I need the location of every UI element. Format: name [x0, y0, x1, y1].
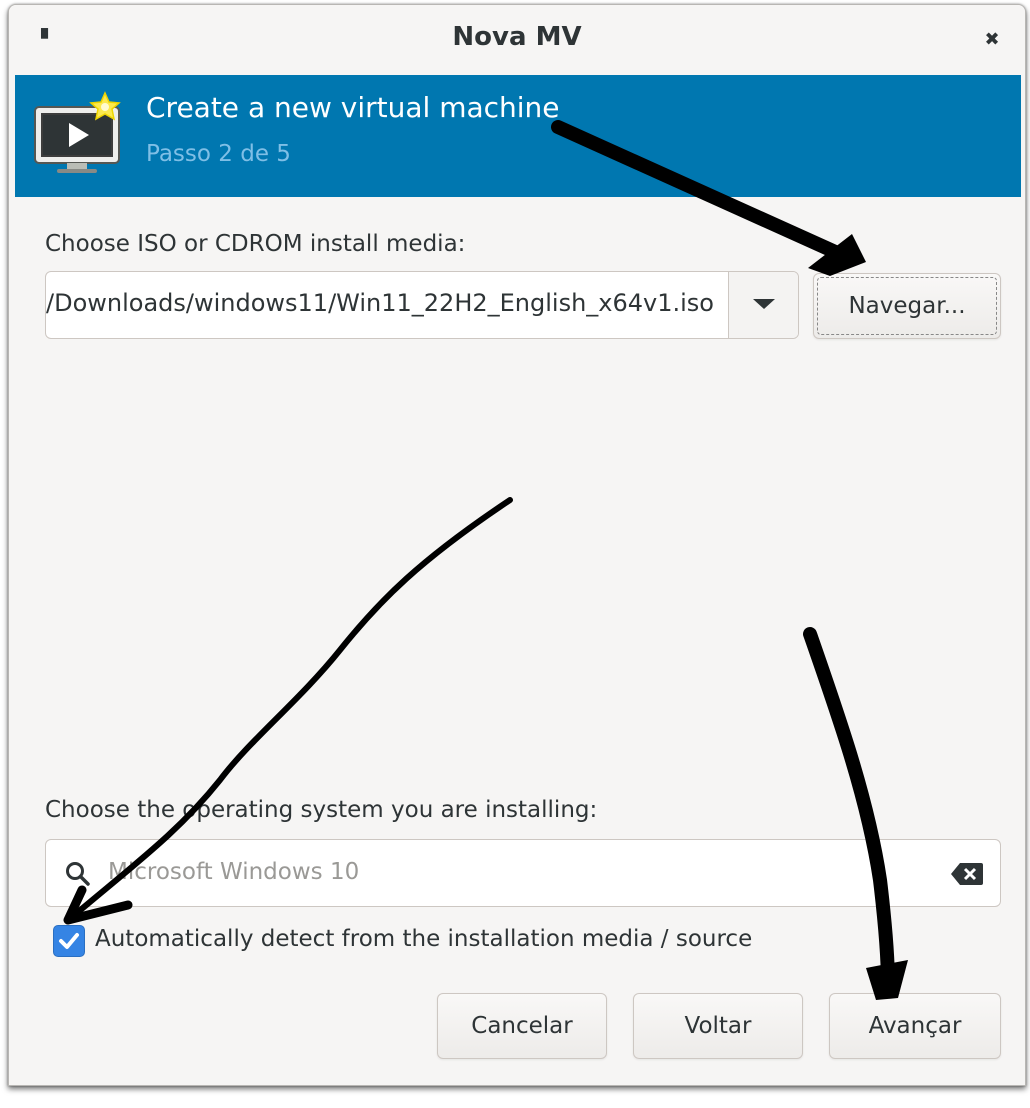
chevron-down-icon [753, 299, 775, 309]
wizard-title: Create a new virtual machine [146, 91, 560, 124]
os-search-input[interactable]: Microsoft Windows 10 [45, 839, 1001, 907]
os-search-placeholder: Microsoft Windows 10 [108, 859, 360, 885]
browse-button[interactable]: Navegar... [813, 273, 1001, 339]
back-button[interactable]: Voltar [633, 993, 803, 1059]
install-media-path-field[interactable]: /home/user/Downloads/windows11/Win11_22H… [46, 272, 728, 338]
monitor-play-star-icon [34, 91, 121, 173]
search-icon [66, 862, 90, 886]
cancel-button[interactable]: Cancelar [437, 993, 607, 1059]
new-vm-dialog: ▘ Nova MV ✖ Create a new virtual machine… [8, 4, 1026, 1086]
checkmark-icon [59, 933, 79, 949]
install-media-label: Choose ISO or CDROM install media: [45, 231, 466, 257]
wizard-header-banner: Create a new virtual machine Passo 2 de … [15, 75, 1021, 197]
auto-detect-label[interactable]: Automatically detect from the installati… [95, 926, 752, 952]
install-media-path: /home/user/Downloads/windows11/Win11_22H… [46, 289, 714, 317]
browse-button-label: Navegar... [848, 293, 966, 319]
window-title: Nova MV [452, 22, 582, 52]
auto-detect-checkbox[interactable] [53, 925, 85, 957]
os-label: Choose the operating system you are inst… [45, 797, 598, 823]
close-icon[interactable]: ✖ [983, 29, 1001, 51]
install-media-dropdown-button[interactable] [728, 272, 798, 338]
title-bar: ▘ Nova MV ✖ [9, 5, 1025, 75]
wizard-step: Passo 2 de 5 [146, 141, 291, 167]
clear-text-icon[interactable] [950, 862, 984, 886]
install-media-combo[interactable]: /home/user/Downloads/windows11/Win11_22H… [45, 271, 799, 339]
next-button[interactable]: Avançar [829, 993, 1001, 1059]
